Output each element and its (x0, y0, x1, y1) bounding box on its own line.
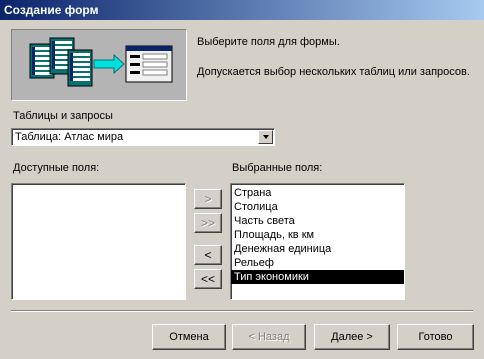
tables-to-form-icon (29, 37, 173, 87)
selected-fields-list[interactable]: Страна Столица Часть света Площадь, кв к… (230, 183, 405, 300)
add-all-fields-button[interactable]: >> (194, 213, 222, 233)
source-dropdown-button[interactable] (258, 130, 273, 144)
back-button[interactable]: < Назад (232, 324, 306, 350)
available-fields-label: Доступные поля: (13, 162, 100, 174)
window-title: Создание форм (0, 0, 484, 20)
source-label: Таблицы и запросы (13, 110, 113, 122)
wizard-illustration (11, 29, 187, 101)
available-fields-list[interactable] (11, 183, 186, 300)
list-item[interactable]: Площадь, кв км (231, 228, 404, 242)
intro-line-2: Допускается выбор нескольких таблиц или … (197, 66, 470, 78)
selected-fields-label: Выбранные поля: (232, 162, 323, 174)
list-item[interactable]: Часть света (231, 214, 404, 228)
divider (11, 310, 473, 312)
intro-line-1: Выберите поля для формы. (197, 36, 340, 48)
chevron-down-icon (262, 135, 269, 139)
cancel-button[interactable]: Отмена (152, 324, 226, 350)
list-item-selected[interactable]: Тип экономики (231, 270, 404, 284)
remove-all-fields-button[interactable]: << (194, 269, 222, 289)
next-button[interactable]: Далее > (314, 324, 390, 350)
source-combobox[interactable]: Таблица: Атлас мира (11, 128, 275, 146)
source-combobox-value: Таблица: Атлас мира (15, 131, 124, 143)
finish-button[interactable]: Готово (397, 324, 474, 350)
list-item[interactable]: Рельеф (231, 256, 404, 270)
source-label-text: Таблицы и запросы (13, 110, 113, 122)
remove-field-button[interactable]: < (194, 245, 222, 265)
add-field-button[interactable]: > (194, 189, 222, 209)
list-item[interactable]: Страна (231, 186, 404, 200)
list-item[interactable]: Столица (231, 200, 404, 214)
list-item[interactable]: Денежная единица (231, 242, 404, 256)
